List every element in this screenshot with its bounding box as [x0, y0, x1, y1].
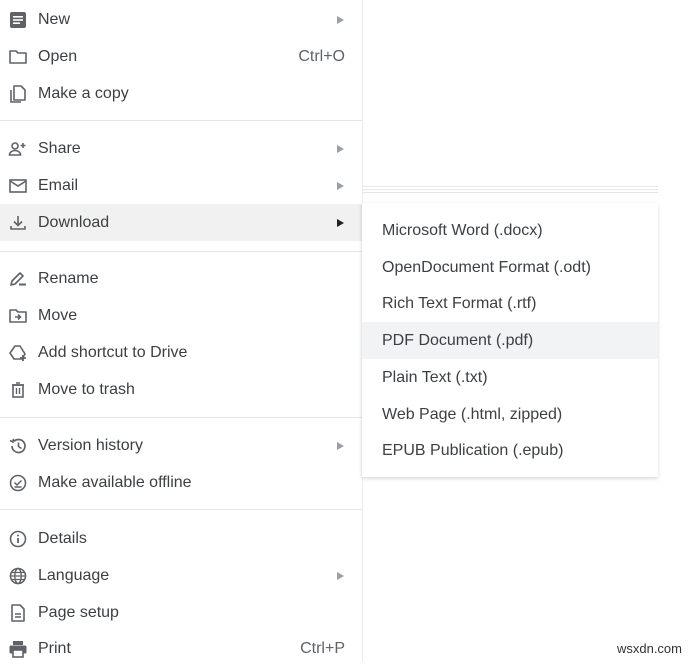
- page-icon: [8, 603, 28, 623]
- menu-item-rename[interactable]: Rename: [0, 260, 362, 297]
- trash-icon: [8, 380, 28, 400]
- rename-icon: [8, 269, 28, 289]
- menu-item-label: Move: [38, 306, 78, 324]
- menu-item-make-a-copy[interactable]: Make a copy: [0, 75, 362, 112]
- menu-item-label: Details: [38, 529, 87, 547]
- menu-item-make-available-offline[interactable]: Make available offline: [0, 464, 362, 501]
- download-icon: [8, 213, 28, 233]
- menu-item-move[interactable]: Move: [0, 297, 362, 334]
- menu-item-label: Language: [38, 566, 110, 584]
- person-add-icon: [8, 139, 28, 159]
- menu-item-label: Email: [38, 176, 79, 194]
- separator: [0, 417, 362, 418]
- menu-item-label: New: [38, 10, 71, 28]
- download-option-label: Plain Text (.txt): [382, 368, 488, 386]
- menu-item-label: Move to trash: [38, 380, 135, 398]
- menu-item-label: Version history: [38, 436, 143, 454]
- menu-item-download[interactable]: Download: [0, 204, 362, 241]
- download-option-label: PDF Document (.pdf): [382, 331, 534, 349]
- doc-icon: [8, 10, 28, 30]
- menu-item-details[interactable]: Details: [0, 520, 362, 557]
- menu-item-language[interactable]: Language: [0, 557, 362, 594]
- submenu-arrow-icon: [337, 441, 344, 450]
- menu-item-version-history[interactable]: Version history: [0, 427, 362, 464]
- menu-item-open[interactable]: Open Ctrl+O: [0, 38, 362, 75]
- folder-icon: [8, 47, 28, 67]
- menu-item-move-to-trash[interactable]: Move to trash: [0, 371, 362, 408]
- submenu-shadow-edge: [362, 186, 658, 194]
- menu-item-email[interactable]: Email: [0, 167, 362, 204]
- download-option-pdf[interactable]: PDF Document (.pdf): [362, 322, 658, 359]
- menu-item-new[interactable]: New: [0, 1, 362, 38]
- watermark: wsxdn.com: [616, 641, 682, 656]
- copy-icon: [8, 84, 28, 104]
- submenu-arrow-icon: [337, 144, 344, 153]
- menu-item-share[interactable]: Share: [0, 130, 362, 167]
- separator: [0, 251, 362, 252]
- menu-item-label: Page setup: [38, 603, 119, 621]
- menu-item-label: Make available offline: [38, 473, 192, 491]
- menu-item-print[interactable]: Print Ctrl+P: [0, 630, 362, 667]
- download-option-label: EPUB Publication (.epub): [382, 441, 564, 459]
- download-option-label: Rich Text Format (.rtf): [382, 294, 537, 312]
- download-option-txt[interactable]: Plain Text (.txt): [362, 359, 658, 396]
- download-option-html[interactable]: Web Page (.html, zipped): [362, 396, 658, 433]
- menu-item-label: Make a copy: [38, 84, 129, 102]
- menu-item-label: Share: [38, 139, 81, 157]
- offline-check-icon: [8, 473, 28, 493]
- download-option-label: OpenDocument Format (.odt): [382, 258, 591, 276]
- menu-item-label: Rename: [38, 269, 99, 287]
- download-option-odt[interactable]: OpenDocument Format (.odt): [362, 249, 658, 286]
- download-submenu: Microsoft Word (.docx) OpenDocument Form…: [362, 203, 658, 477]
- download-option-docx[interactable]: Microsoft Word (.docx): [362, 212, 658, 249]
- submenu-arrow-icon: [337, 15, 344, 24]
- download-option-epub[interactable]: EPUB Publication (.epub): [362, 432, 658, 469]
- separator: [0, 120, 362, 121]
- menu-item-label: Add shortcut to Drive: [38, 343, 188, 361]
- move-folder-icon: [8, 306, 28, 326]
- menu-item-page-setup[interactable]: Page setup: [0, 594, 362, 631]
- file-menu: New Open Ctrl+O Make a copy Share Email: [0, 0, 363, 662]
- menu-item-add-shortcut[interactable]: Add shortcut to Drive: [0, 334, 362, 371]
- mail-icon: [8, 176, 28, 196]
- menu-item-label: Download: [38, 213, 110, 231]
- submenu-arrow-icon: [337, 218, 344, 227]
- download-option-label: Microsoft Word (.docx): [382, 221, 543, 239]
- menu-item-label: Print: [38, 639, 71, 657]
- menu-item-label: Open: [38, 47, 78, 65]
- shortcut-label: Ctrl+P: [300, 639, 345, 657]
- shortcut-label: Ctrl+O: [298, 47, 345, 65]
- printer-icon: [8, 639, 28, 659]
- drive-shortcut-icon: [8, 343, 28, 363]
- separator: [0, 509, 362, 510]
- submenu-arrow-icon: [337, 571, 344, 580]
- globe-icon: [8, 566, 28, 586]
- download-option-rtf[interactable]: Rich Text Format (.rtf): [362, 285, 658, 322]
- download-option-label: Web Page (.html, zipped): [382, 405, 563, 423]
- info-icon: [8, 529, 28, 549]
- submenu-arrow-icon: [337, 181, 344, 190]
- history-icon: [8, 436, 28, 456]
